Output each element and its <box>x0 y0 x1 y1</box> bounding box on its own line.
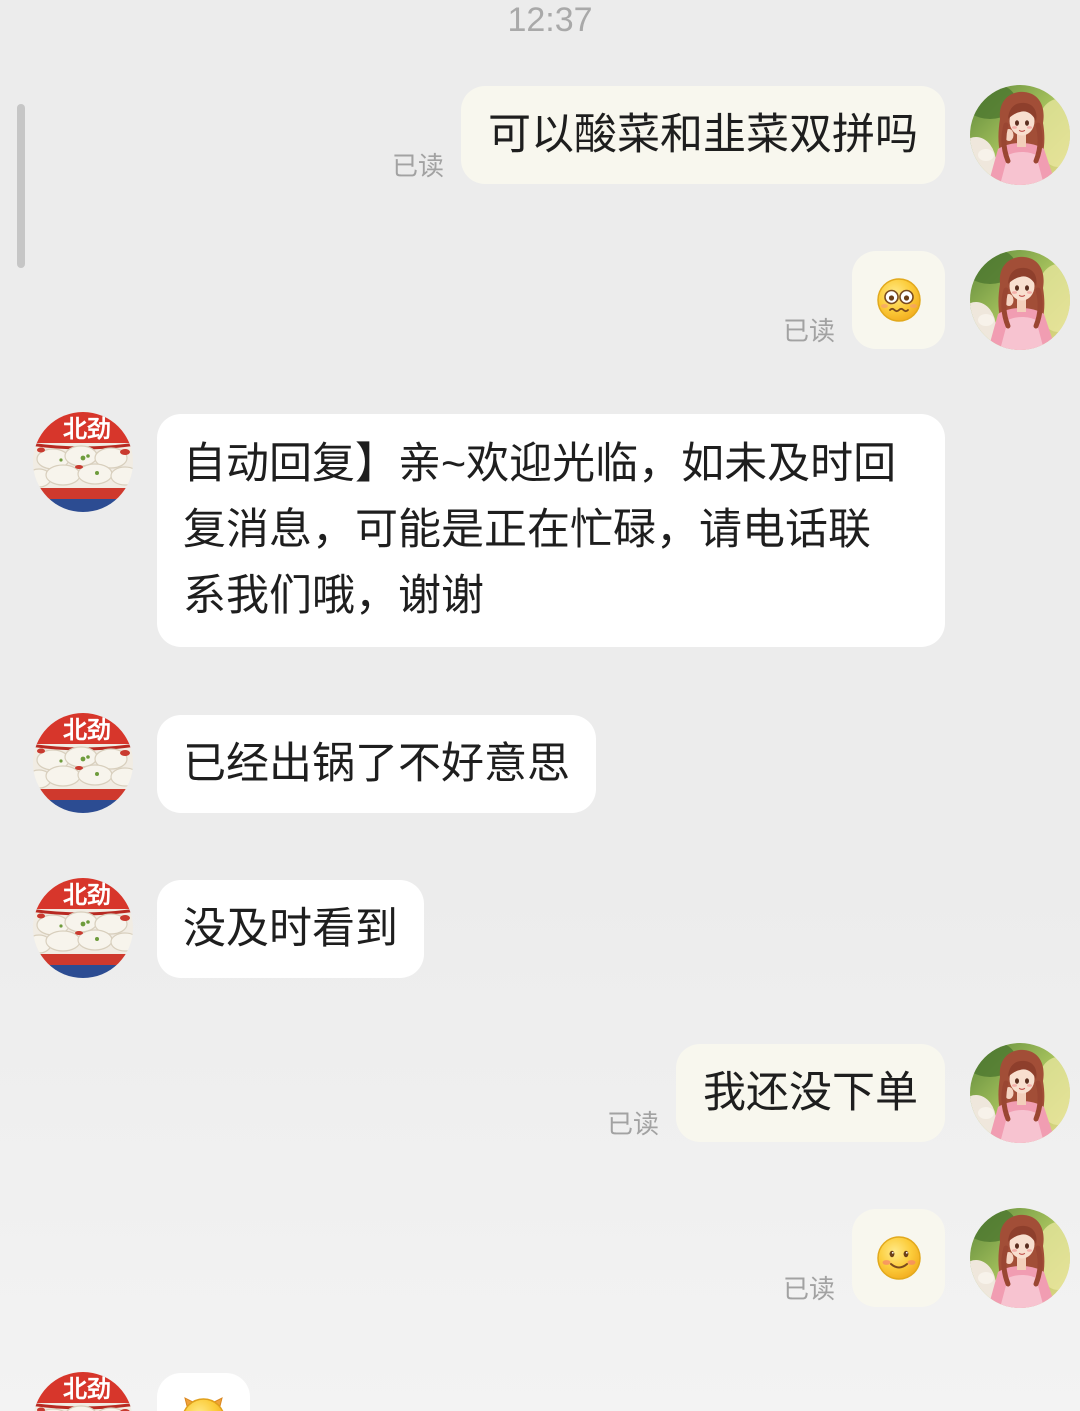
worried-face-emoji-icon <box>876 278 921 322</box>
message-timestamp: 12:37 <box>507 1 593 39</box>
message-row-incoming: 北劲 <box>33 1372 250 1411</box>
message-bubble[interactable]: 我还没下单 <box>676 1044 945 1142</box>
partial-emoji-icon <box>183 1397 224 1411</box>
message-row-incoming: 北劲 自动回复】亲~欢迎光临，如未及时回 复消息，可能是正在忙碌，请电话联 系我… <box>33 412 945 647</box>
scrollbar[interactable] <box>17 104 25 268</box>
message-row-outgoing: 已读 <box>783 250 1070 350</box>
dumpling-shop-avatar-icon: 北劲 <box>33 1372 133 1411</box>
emoji-message-bubble[interactable] <box>852 251 945 349</box>
girl-avatar-icon <box>970 250 1070 350</box>
read-status: 已读 <box>782 316 835 346</box>
message-bubble[interactable]: 没及时看到 <box>157 880 424 978</box>
read-status: 已读 <box>606 1109 659 1139</box>
message-row-outgoing: 已读 我还没下单 <box>607 1043 1070 1143</box>
smiling-face-emoji-icon <box>876 1236 921 1280</box>
dumpling-shop-avatar-icon: 北劲 <box>33 713 133 813</box>
message-row-outgoing: 已读 可以酸菜和韭菜双拼吗 <box>392 85 1070 185</box>
user-avatar[interactable] <box>970 85 1070 185</box>
user-avatar[interactable] <box>970 250 1070 350</box>
message-bubble[interactable]: 自动回复】亲~欢迎光临，如未及时回 复消息，可能是正在忙碌，请电话联 系我们哦，… <box>157 414 945 647</box>
read-status: 已读 <box>782 1274 835 1304</box>
girl-avatar-icon <box>970 1208 1070 1308</box>
emoji-message-bubble[interactable] <box>157 1373 250 1411</box>
read-status: 已读 <box>391 151 444 181</box>
user-avatar[interactable] <box>970 1043 1070 1143</box>
shop-avatar[interactable]: 北劲 <box>33 412 133 512</box>
girl-avatar-icon <box>970 1043 1070 1143</box>
dumpling-shop-avatar-icon: 北劲 <box>33 412 133 512</box>
shop-logo-text: 北劲 <box>63 415 111 443</box>
message-text-line: 系我们哦，谢谢 <box>183 572 484 620</box>
shop-avatar[interactable]: 北劲 <box>33 713 133 813</box>
message-text-line: 复消息，可能是正在忙碌，请电话联 <box>183 506 871 554</box>
dumpling-shop-avatar-icon: 北劲 <box>33 878 133 978</box>
message-row-outgoing: 已读 <box>783 1208 1070 1308</box>
shop-logo-text: 北劲 <box>63 716 111 744</box>
message-text: 没及时看到 <box>183 905 398 953</box>
chat-screen: 12:37 已读 可以酸菜和韭菜双拼吗 已读 北劲 自动回复】亲~欢迎光临，如未… <box>0 0 1080 1411</box>
message-bubble[interactable]: 可以酸菜和韭菜双拼吗 <box>461 86 945 184</box>
shop-logo-text: 北劲 <box>63 881 111 909</box>
message-row-incoming: 北劲 已经出锅了不好意思 <box>33 713 596 813</box>
girl-avatar-icon <box>970 85 1070 185</box>
message-bubble[interactable]: 已经出锅了不好意思 <box>157 715 596 813</box>
message-text: 可以酸菜和韭菜双拼吗 <box>488 111 918 159</box>
shop-avatar[interactable]: 北劲 <box>33 878 133 978</box>
message-row-incoming: 北劲 没及时看到 <box>33 878 424 978</box>
user-avatar[interactable] <box>970 1208 1070 1308</box>
message-text: 已经出锅了不好意思 <box>183 740 570 788</box>
shop-logo-text: 北劲 <box>63 1375 111 1403</box>
message-text: 我还没下单 <box>703 1069 918 1117</box>
emoji-message-bubble[interactable] <box>852 1209 945 1307</box>
message-text-line: 自动回复】亲~欢迎光临，如未及时回 <box>183 440 897 488</box>
shop-avatar[interactable]: 北劲 <box>33 1372 133 1411</box>
